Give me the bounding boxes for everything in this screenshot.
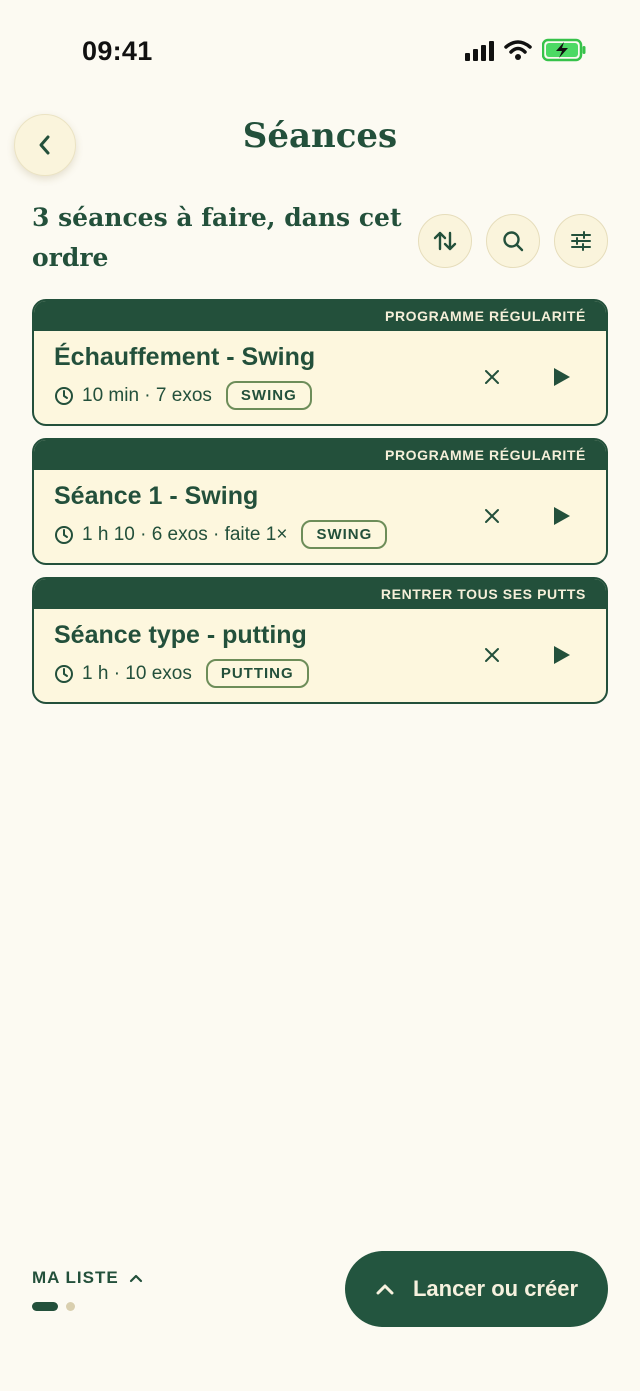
session-card[interactable]: PROGRAMME RÉGULARITÉ Échauffement - Swin… [32,299,608,426]
session-title: Séance 1 - Swing [54,482,259,510]
chevron-up-icon [129,1274,142,1283]
session-meta: 10 min · 7 exos SWING [54,381,312,410]
sessions-summary: 3 séances à faire, dans cet ordre [32,203,402,272]
page-dot-active [32,1302,58,1311]
my-list-toggle[interactable]: MA LISTE [32,1268,143,1288]
signal-icon [465,39,494,61]
sort-icon [433,231,457,251]
program-banner: PROGRAMME RÉGULARITÉ [34,301,606,331]
sort-button[interactable] [418,214,472,268]
status-icons [465,38,586,62]
launch-or-create-button[interactable]: Lancer ou créer [345,1251,608,1327]
wifi-icon [504,40,532,60]
play-icon [554,368,570,386]
session-tag: PUTTING [205,659,309,688]
session-card[interactable]: RENTRER TOUS SES PUTTS Séance type - put… [32,577,608,704]
play-icon [554,646,570,664]
search-icon [503,231,524,252]
session-meta: 1 h · 10 exos PUTTING [54,659,309,688]
page-indicator [32,1302,143,1311]
program-banner: PROGRAMME RÉGULARITÉ [34,440,606,470]
header: Séances [0,108,640,178]
close-icon [485,370,499,384]
session-title: Échauffement - Swing [54,343,316,371]
page-title: Séances [242,116,398,156]
status-time: 09:41 [82,36,153,66]
session-details: 1 h · 10 exos [82,662,192,684]
clock-icon [55,525,73,544]
remove-button[interactable] [480,643,504,667]
session-details: 1 h 10 · 6 exos · faite 1× [82,523,288,545]
close-icon [485,509,499,523]
session-tag: SWING [225,381,312,410]
filter-icon [571,231,591,251]
cta-label: Lancer ou créer [412,1276,579,1301]
clock-icon [55,386,73,405]
play-button[interactable] [550,363,574,391]
toolbar [418,214,608,268]
battery-charging-icon [542,38,586,62]
session-card[interactable]: PROGRAMME RÉGULARITÉ Séance 1 - Swing 1 … [32,438,608,565]
play-icon [554,507,570,525]
remove-button[interactable] [480,365,504,389]
chevron-up-icon [376,1284,394,1295]
play-button[interactable] [550,641,574,669]
filter-button[interactable] [554,214,608,268]
session-title: Séance type - putting [54,621,307,649]
remove-button[interactable] [480,504,504,528]
session-list: PROGRAMME RÉGULARITÉ Échauffement - Swin… [32,299,608,716]
page-dot [66,1302,75,1311]
clock-icon [55,664,73,683]
program-banner: RENTRER TOUS SES PUTTS [34,579,606,609]
play-button[interactable] [550,502,574,530]
status-bar: 09:41 [0,0,640,100]
search-button[interactable] [486,214,540,268]
my-list-label: MA LISTE [32,1268,119,1287]
session-details: 10 min · 7 exos [82,384,212,406]
session-tag: SWING [301,520,388,549]
list-switcher: MA LISTE [32,1268,143,1311]
close-icon [485,648,499,662]
session-meta: 1 h 10 · 6 exos · faite 1× SWING [54,520,388,549]
